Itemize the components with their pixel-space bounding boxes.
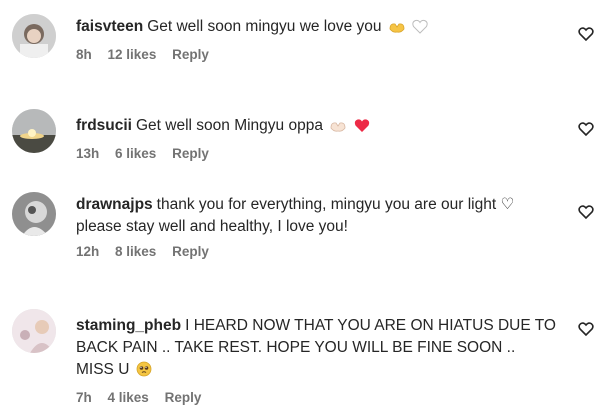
username[interactable]: frdsucii [76,117,132,134]
heart-outline-icon [578,322,594,337]
username[interactable]: staming_pheb [76,317,181,334]
reply-button[interactable]: Reply [165,390,202,405]
comment-body: Get well soon mingyu we love you [147,18,382,35]
likes-count[interactable]: 4 likes [108,390,149,405]
comment-meta: 7h 4 likes Reply [76,390,556,405]
heart-outline-icon [578,27,594,42]
reply-button[interactable]: Reply [172,146,209,161]
timestamp: 7h [76,390,92,405]
avatar[interactable] [12,109,56,153]
white-heart-emoji [412,19,428,41]
heart-outline-icon [578,205,594,220]
comment-text: faisvteen Get well soon mingyu we love yo… [76,16,556,41]
timestamp: 8h [76,47,92,62]
like-button[interactable] [578,121,594,137]
comment-text: staming_pheb I HEARD NOW THAT YOU ARE ON … [76,315,556,384]
likes-count[interactable]: 6 likes [115,146,156,161]
timestamp: 13h [76,146,100,161]
avatar[interactable] [12,192,56,236]
timestamp: 12h [76,244,100,259]
pleading-face-emoji [136,361,152,384]
comment-text: drawnajps thank you for everything, mingy… [76,194,556,238]
reply-button[interactable]: Reply [172,244,209,259]
red-heart-emoji [354,118,370,140]
username[interactable]: drawnajps [76,196,153,213]
comment-text: frdsucii Get well soon Mingyu oppa [76,115,556,140]
heart-hands-emoji [388,19,406,41]
like-button[interactable] [578,26,594,42]
likes-count[interactable]: 12 likes [108,47,157,62]
reply-button[interactable]: Reply [172,47,209,62]
comment-meta: 12h 8 likes Reply [76,244,556,259]
username[interactable]: faisvteen [76,18,143,35]
comment-body: Get well soon Mingyu oppa [135,117,323,134]
avatar[interactable] [12,309,56,353]
comment-meta: 8h 12 likes Reply [76,47,556,62]
avatar[interactable] [12,14,56,58]
comment-meta: 13h 6 likes Reply [76,146,556,161]
heart-outline-icon [578,122,594,137]
like-button[interactable] [578,204,594,220]
likes-count[interactable]: 8 likes [115,244,156,259]
like-button[interactable] [578,321,594,337]
heart-hands-emoji [329,118,347,140]
